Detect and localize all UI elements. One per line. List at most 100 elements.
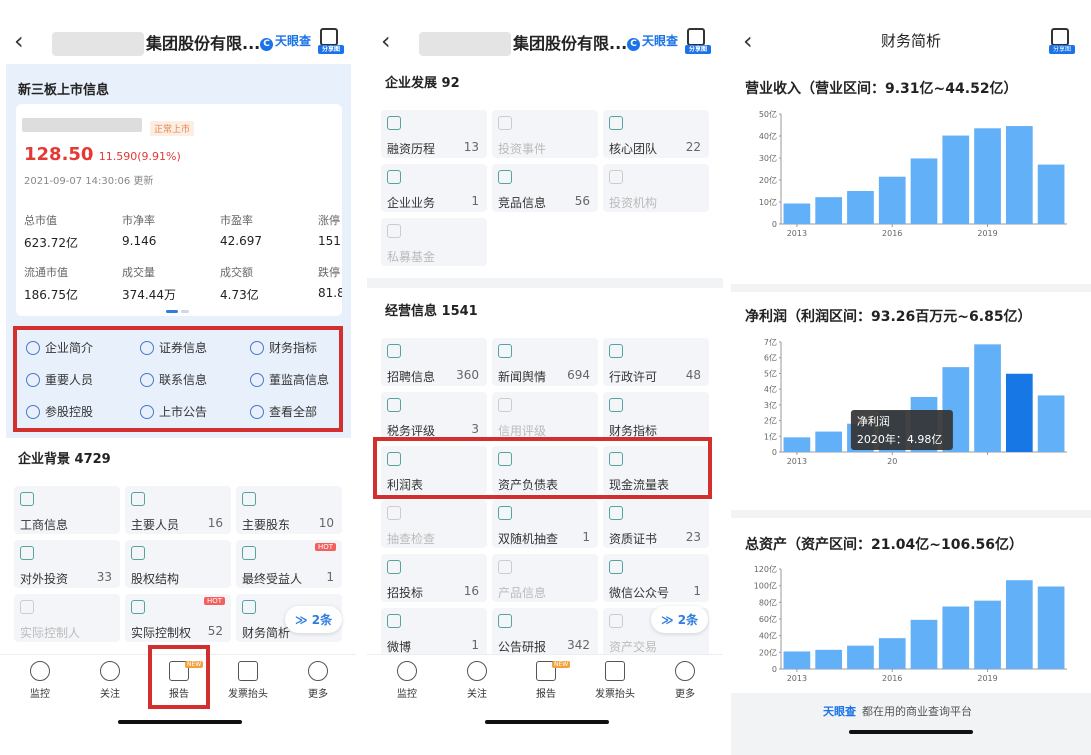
tile-item[interactable]: 融资历程 13 bbox=[381, 110, 487, 158]
nav-securities-info[interactable]: 证券信息 bbox=[140, 339, 207, 356]
tile-item[interactable]: 股权结构 bbox=[125, 540, 231, 588]
tile-label: 核心团队 bbox=[609, 142, 658, 156]
tile-item[interactable]: 主要股东 10 bbox=[236, 486, 342, 534]
tile-item[interactable]: 主要人员 16 bbox=[125, 486, 231, 534]
bar[interactable] bbox=[847, 191, 874, 224]
bar[interactable] bbox=[783, 437, 811, 452]
tile-label: 新闻舆情 bbox=[498, 370, 547, 384]
bar[interactable] bbox=[783, 651, 811, 669]
bar[interactable] bbox=[942, 135, 970, 224]
tile-item[interactable]: 实际控制人 bbox=[14, 594, 120, 642]
hot-badge: HOT bbox=[314, 543, 336, 551]
tile-label: 投资事件 bbox=[498, 142, 547, 156]
bar[interactable] bbox=[815, 649, 843, 669]
back-icon[interactable]: ‹ bbox=[381, 28, 391, 54]
tile-item[interactable]: 新闻舆情 694 bbox=[492, 338, 598, 386]
metric: 总市值 623.72亿 bbox=[24, 214, 78, 250]
bar[interactable] bbox=[942, 606, 970, 670]
bar[interactable] bbox=[847, 645, 874, 669]
y-tick-label: 6亿 bbox=[764, 353, 777, 363]
tile-item[interactable]: 行政许可 48 bbox=[603, 338, 709, 386]
bar[interactable] bbox=[910, 619, 938, 669]
more-items-button[interactable]: ≫ 2条 bbox=[651, 606, 709, 633]
y-tick-label: 60亿 bbox=[759, 614, 777, 624]
tile-item[interactable]: 税务评级 3 bbox=[381, 392, 487, 440]
bar[interactable] bbox=[1005, 580, 1033, 669]
bar[interactable] bbox=[783, 203, 811, 224]
tile-label: 对外投资 bbox=[20, 572, 69, 586]
tile-icon bbox=[242, 546, 256, 560]
share-image-button[interactable]: 分享图 bbox=[1049, 26, 1075, 54]
share-image-button[interactable]: 分享图 bbox=[318, 26, 344, 54]
tile-item[interactable]: 核心团队 22 bbox=[603, 110, 709, 158]
y-tick-label: 4亿 bbox=[764, 384, 777, 394]
tile-item[interactable]: 资质证书 23 bbox=[603, 500, 709, 548]
tab-invoice[interactable]: 发票抬头 bbox=[587, 661, 643, 700]
tile-item[interactable]: 抽查检查 bbox=[381, 500, 487, 548]
bar[interactable] bbox=[974, 344, 1001, 452]
development-section-title: 企业发展 92 bbox=[385, 76, 460, 91]
listing-status-badge: 正常上市 bbox=[150, 121, 195, 136]
tab-follow[interactable]: 关注 bbox=[449, 661, 505, 700]
tab-report[interactable]: NEW 报告 bbox=[518, 661, 574, 700]
tile-icon bbox=[498, 170, 512, 184]
bar[interactable] bbox=[974, 600, 1001, 669]
bar[interactable] bbox=[815, 197, 843, 224]
more-icon bbox=[308, 661, 328, 681]
tile-item[interactable]: 实际控制权 52 HOT bbox=[125, 594, 231, 642]
tab-more[interactable]: 更多 bbox=[290, 661, 346, 700]
tile-item[interactable]: 双随机抽查 1 bbox=[492, 500, 598, 548]
tile-item[interactable]: 工商信息 bbox=[14, 486, 120, 534]
tile-item[interactable]: 投资事件 bbox=[492, 110, 598, 158]
bar[interactable] bbox=[1005, 373, 1033, 452]
back-icon[interactable]: ‹ bbox=[14, 28, 24, 54]
tile-item[interactable]: 竞品信息 56 bbox=[492, 164, 598, 212]
tab-monitor[interactable]: 监控 bbox=[12, 661, 68, 700]
tile-item[interactable]: 招投标 16 bbox=[381, 554, 487, 602]
nav-holdings[interactable]: 参股控股 bbox=[26, 403, 93, 420]
tile-item[interactable]: 私募基金 bbox=[381, 218, 487, 266]
bar[interactable] bbox=[1005, 126, 1033, 224]
tile-item[interactable]: 招聘信息 360 bbox=[381, 338, 487, 386]
bar[interactable] bbox=[1037, 395, 1065, 452]
company-title: 集团股份有限... bbox=[146, 34, 261, 53]
nav-financial-indicators[interactable]: 财务指标 bbox=[250, 339, 317, 356]
tile-item[interactable]: 企业业务 1 bbox=[381, 164, 487, 212]
nav-contact-info[interactable]: 联系信息 bbox=[140, 371, 207, 388]
tile-item[interactable]: 微信公众号 1 bbox=[603, 554, 709, 602]
tile-item[interactable]: 信用评级 bbox=[492, 392, 598, 440]
tile-item[interactable]: 产品信息 bbox=[492, 554, 598, 602]
share-image-button[interactable]: 分享图 bbox=[685, 26, 711, 54]
tab-more[interactable]: 更多 bbox=[657, 661, 713, 700]
tile-item[interactable]: 最终受益人 1 HOT bbox=[236, 540, 342, 588]
nav-company-profile[interactable]: 企业简介 bbox=[26, 339, 93, 356]
tile-label: 产品信息 bbox=[498, 586, 547, 600]
tab-monitor[interactable]: 监控 bbox=[379, 661, 435, 700]
y-tick-label: 100亿 bbox=[754, 581, 777, 591]
bar[interactable] bbox=[878, 176, 906, 224]
tile-item[interactable]: 投资机构 bbox=[603, 164, 709, 212]
highlight-box bbox=[148, 645, 210, 709]
bar[interactable] bbox=[1037, 164, 1065, 224]
x-tick-label: 2016 bbox=[882, 674, 902, 683]
up-arrow-icon: ↑ bbox=[86, 150, 96, 163]
nav-executives[interactable]: 董监高信息 bbox=[250, 371, 329, 388]
bar[interactable] bbox=[910, 158, 938, 224]
tile-item[interactable]: 对外投资 33 bbox=[14, 540, 120, 588]
bar[interactable] bbox=[815, 431, 843, 452]
more-items-button[interactable]: ≫ 2条 bbox=[285, 606, 343, 633]
tile-icon bbox=[387, 224, 401, 238]
tab-follow[interactable]: 关注 bbox=[82, 661, 138, 700]
nav-key-people[interactable]: 重要人员 bbox=[26, 371, 93, 388]
tile-item[interactable]: 公告研报 342 bbox=[492, 608, 598, 656]
tile-item[interactable]: 财务指标 bbox=[603, 392, 709, 440]
share-icon bbox=[320, 28, 338, 46]
tab-invoice[interactable]: 发票抬头 bbox=[220, 661, 276, 700]
bar[interactable] bbox=[1037, 586, 1065, 670]
nav-announcements[interactable]: 上市公告 bbox=[140, 403, 207, 420]
tile-count: 3 bbox=[471, 422, 479, 436]
bar[interactable] bbox=[878, 638, 906, 669]
bar[interactable] bbox=[974, 128, 1001, 224]
nav-view-all[interactable]: 查看全部 bbox=[250, 403, 317, 420]
tile-item[interactable]: 微博 1 bbox=[381, 608, 487, 656]
